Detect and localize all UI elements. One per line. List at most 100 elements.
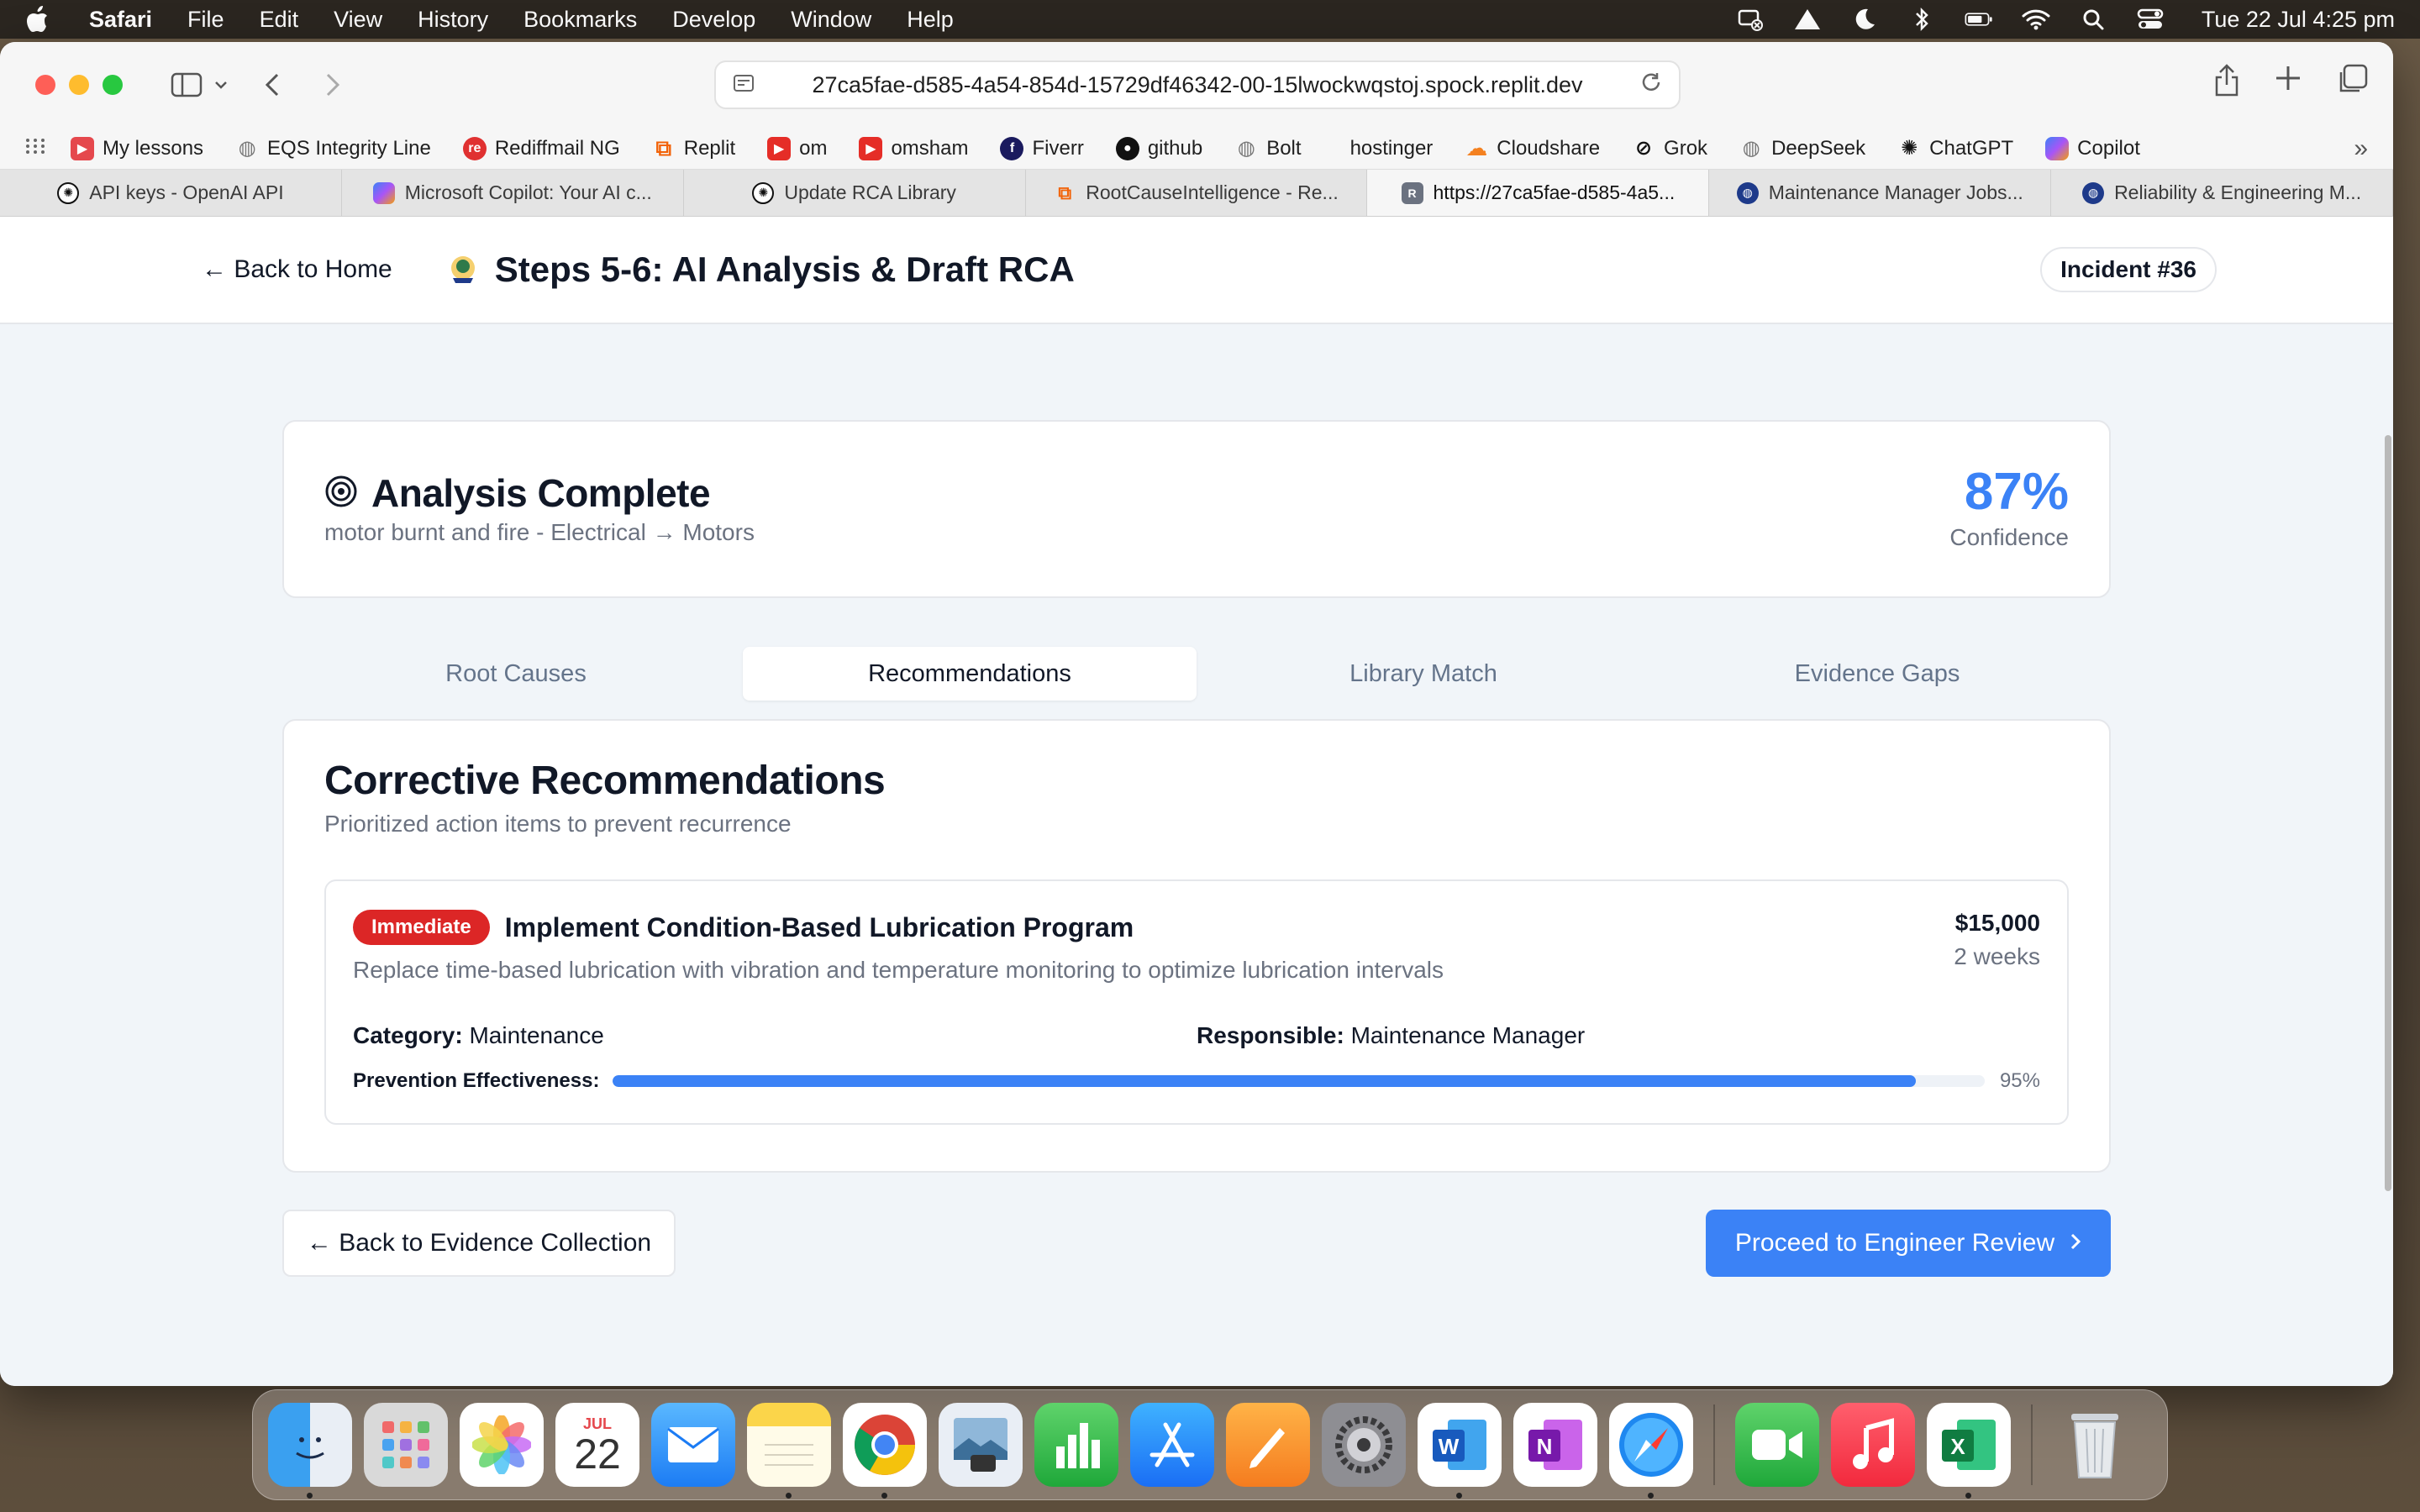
favorite-rediffmail[interactable]: re Rediffmail NG [462, 136, 620, 160]
menu-clock[interactable]: Tue 22 Jul 4:25 pm [2202, 7, 2395, 33]
url-text[interactable]: 27ca5fae-d585-4a54-854d-15729df46342-00-… [755, 72, 1640, 98]
tab-recommendations[interactable]: Recommendations [743, 647, 1197, 701]
browser-tab[interactable]: ◍ Reliability & Engineering M... [2051, 170, 2393, 216]
cloud-icon: ☁ [1465, 135, 1488, 160]
favorite-bolt[interactable]: ◍ Bolt [1234, 137, 1302, 160]
browser-tab[interactable]: ⧉ RootCauseIntelligence - Re... [1026, 170, 1368, 216]
photos-icon[interactable] [460, 1403, 544, 1487]
favorite-grok[interactable]: ⊘ Grok [1632, 137, 1707, 160]
facetime-icon[interactable] [1735, 1403, 1819, 1487]
back-to-home-button[interactable]: ← Back to Home [202, 255, 392, 284]
mail-icon[interactable] [651, 1403, 735, 1487]
play-icon: ▶ [71, 136, 94, 160]
onenote-icon[interactable]: N [1513, 1403, 1597, 1487]
minimize-window-button[interactable] [69, 75, 89, 95]
music-icon[interactable] [1831, 1403, 1915, 1487]
tab-root-causes[interactable]: Root Causes [289, 647, 743, 701]
menu-edit[interactable]: Edit [260, 7, 299, 33]
tab-library-match[interactable]: Library Match [1197, 647, 1650, 701]
wifi-icon[interactable] [2022, 7, 2050, 32]
favorite-cloudshare[interactable]: ☁ Cloudshare [1465, 135, 1600, 160]
page-scrollbar[interactable] [2381, 217, 2393, 1386]
chevron-right-icon [2070, 1229, 2081, 1257]
proceed-to-engineer-review-button[interactable]: Proceed to Engineer Review [1706, 1210, 2111, 1277]
browser-tab-active[interactable]: Rhttps://27ca5fae-d585-4a5... [1367, 170, 1710, 216]
safari-icon[interactable] [1609, 1403, 1693, 1499]
preview-icon[interactable] [939, 1403, 1023, 1487]
new-tab-icon[interactable] [2274, 64, 2302, 102]
grid-icon[interactable] [25, 137, 45, 160]
zoom-window-button[interactable] [103, 75, 123, 95]
address-bar[interactable]: 27ca5fae-d585-4a54-854d-15729df46342-00-… [714, 60, 1681, 109]
bluetooth-icon[interactable] [1907, 7, 1936, 32]
grok-icon: ⊘ [1634, 137, 1653, 160]
notes-icon[interactable] [747, 1403, 831, 1499]
favorite-github[interactable]: ● github [1115, 136, 1202, 160]
sidebar-toggle-icon[interactable] [165, 63, 208, 107]
globe-icon: ◍ [1237, 137, 1255, 160]
tab-overview-icon[interactable] [2336, 64, 2368, 102]
browser-tab[interactable]: Microsoft Copilot: Your AI c... [342, 170, 684, 216]
favorite-replit[interactable]: ⧉ Replit [652, 134, 735, 160]
close-window-button[interactable] [35, 75, 55, 95]
drive-icon[interactable] [1793, 7, 1822, 32]
tab-evidence-gaps[interactable]: Evidence Gaps [1650, 647, 2104, 701]
recommendation-title: Implement Condition-Based Lubrication Pr… [504, 911, 1134, 942]
analysis-tabs: Root Causes Recommendations Library Matc… [282, 640, 2111, 707]
favorite-fiverr[interactable]: f Fiverr [1000, 136, 1084, 160]
more-favorites-icon[interactable]: » [2354, 134, 2368, 163]
chrome-icon[interactable] [843, 1403, 927, 1499]
page-title: Steps 5-6: AI Analysis & Draft RCA [494, 249, 1075, 289]
recommendation-category: Category: Maintenance [353, 1022, 1197, 1049]
menu-history[interactable]: History [418, 7, 488, 33]
back-arrow-icon[interactable] [250, 63, 294, 107]
pages-icon[interactable] [1226, 1403, 1310, 1487]
app-store-icon[interactable] [1130, 1403, 1214, 1487]
battery-icon[interactable] [1965, 7, 1993, 32]
favorite-deepseek[interactable]: ◍ DeepSeek [1739, 137, 1866, 160]
menu-file[interactable]: File [187, 7, 224, 33]
menu-bookmarks[interactable]: Bookmarks [523, 7, 637, 33]
favorite-my-lessons[interactable]: ▶ My lessons [71, 136, 203, 160]
favorite-eqs[interactable]: ◍ EQS Integrity Line [235, 137, 431, 160]
chevron-down-icon[interactable] [208, 63, 234, 107]
window-controls [35, 75, 123, 95]
menu-develop[interactable]: Develop [672, 7, 755, 33]
word-icon[interactable]: W [1418, 1403, 1502, 1499]
back-to-evidence-button[interactable]: ← Back to Evidence Collection [282, 1210, 676, 1277]
menu-app-name[interactable]: Safari [89, 7, 152, 33]
reload-icon[interactable] [1640, 71, 1662, 99]
launchpad-icon[interactable] [364, 1403, 448, 1487]
spotlight-search-icon[interactable] [2079, 7, 2107, 32]
browser-tab[interactable]: ✺ API keys - OpenAI API [0, 170, 342, 216]
globe-icon: ◍ [2082, 181, 2105, 204]
screen-share-icon[interactable] [1736, 7, 1765, 32]
control-center-icon[interactable] [2136, 7, 2165, 32]
menu-window[interactable]: Window [791, 7, 871, 33]
favorite-copilot[interactable]: Copilot [2045, 136, 2140, 160]
scrollbar-thumb[interactable] [2385, 435, 2391, 1191]
page-settings-icon[interactable] [733, 72, 755, 98]
favorite-om[interactable]: ▶ om [767, 136, 827, 160]
numbers-icon[interactable] [1034, 1403, 1118, 1487]
menu-view[interactable]: View [334, 7, 382, 33]
browser-tab[interactable]: ◍ Maintenance Manager Jobs... [1709, 170, 2052, 216]
trash-icon[interactable] [2053, 1403, 2137, 1487]
apple-menu-icon[interactable] [25, 6, 50, 33]
moon-icon[interactable] [1850, 7, 1879, 32]
replit-icon: ⧉ [1058, 181, 1072, 203]
r-icon: R [1401, 181, 1423, 204]
menu-bar: Safari File Edit View History Bookmarks … [0, 0, 2420, 39]
share-icon[interactable] [2213, 64, 2240, 102]
excel-icon[interactable]: X [1927, 1403, 2011, 1499]
finder-icon[interactable] [268, 1403, 352, 1499]
calendar-icon[interactable]: JUL 22 [555, 1403, 639, 1487]
favorite-hostinger[interactable]: hostinger [1350, 137, 1434, 160]
forward-arrow-icon[interactable] [311, 63, 355, 107]
browser-tab[interactable]: ✺ Update RCA Library [684, 170, 1026, 216]
favorite-omsham[interactable]: ▶ omsham [859, 136, 968, 160]
menu-help[interactable]: Help [907, 7, 954, 33]
replit-icon: ⧉ [655, 134, 672, 160]
favorite-chatgpt[interactable]: ✺ ChatGPT [1897, 137, 2013, 160]
system-settings-icon[interactable] [1322, 1403, 1406, 1487]
